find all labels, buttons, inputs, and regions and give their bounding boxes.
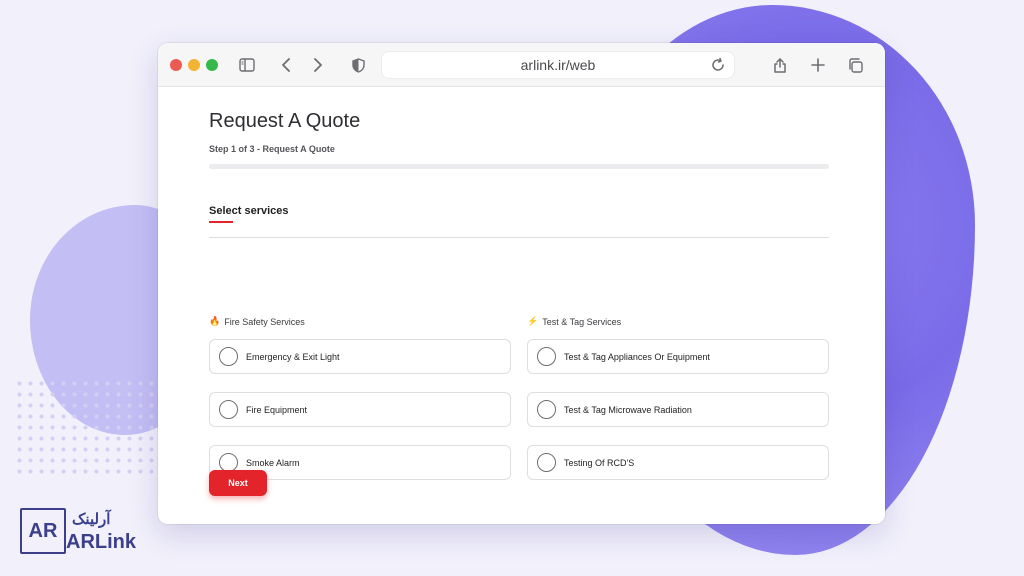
sidebar-toggle-icon[interactable] bbox=[236, 54, 258, 76]
logo-name-persian: آرلینک bbox=[72, 511, 111, 528]
forward-icon[interactable] bbox=[307, 54, 329, 76]
group-heading: 🔥 Fire Safety Services bbox=[209, 316, 305, 327]
close-window-button[interactable] bbox=[170, 59, 182, 71]
section-divider bbox=[209, 237, 829, 238]
lightning-icon: ⚡ bbox=[527, 316, 539, 326]
option-label: Fire Equipment bbox=[246, 404, 308, 415]
section-title: Select services bbox=[209, 205, 289, 217]
group-heading: ⚡ Test & Tag Services bbox=[527, 316, 621, 327]
fire-icon: 🔥 bbox=[209, 316, 221, 326]
reload-icon[interactable] bbox=[710, 57, 726, 73]
step-indicator: Step 1 of 3 - Request A Quote bbox=[209, 144, 335, 154]
option-label: Testing Of RCD'S bbox=[564, 457, 635, 468]
radio-button[interactable] bbox=[219, 400, 238, 419]
option-label: Emergency & Exit Light bbox=[246, 351, 340, 362]
option-label: Test & Tag Appliances Or Equipment bbox=[564, 351, 710, 362]
radio-button[interactable] bbox=[537, 453, 556, 472]
shield-icon[interactable] bbox=[347, 54, 369, 76]
minimize-window-button[interactable] bbox=[188, 59, 200, 71]
section-title-underline bbox=[209, 221, 233, 223]
service-option-test-tag-microwave[interactable]: Test & Tag Microwave Radiation bbox=[527, 392, 829, 427]
share-icon[interactable] bbox=[769, 54, 791, 76]
browser-toolbar: arlink.ir/web bbox=[158, 43, 885, 87]
logo-name-english: ARLink bbox=[66, 531, 136, 553]
maximize-window-button[interactable] bbox=[206, 59, 218, 71]
radio-button[interactable] bbox=[537, 400, 556, 419]
service-option-fire-equipment[interactable]: Fire Equipment bbox=[209, 392, 511, 427]
service-option-test-tag-appliances[interactable]: Test & Tag Appliances Or Equipment bbox=[527, 339, 829, 374]
option-label: Test & Tag Microwave Radiation bbox=[564, 404, 692, 415]
address-bar[interactable]: arlink.ir/web bbox=[381, 51, 735, 79]
service-option-emergency-exit-light[interactable]: Emergency & Exit Light bbox=[209, 339, 511, 374]
page-content: Request A Quote Step 1 of 3 - Request A … bbox=[158, 87, 885, 524]
dot-grid-decoration bbox=[14, 378, 164, 478]
option-label: Smoke Alarm bbox=[246, 457, 300, 468]
back-icon[interactable] bbox=[275, 54, 297, 76]
group-heading-label: Fire Safety Services bbox=[224, 316, 305, 327]
radio-button[interactable] bbox=[537, 347, 556, 366]
tabs-overview-icon[interactable] bbox=[844, 54, 866, 76]
new-tab-icon[interactable] bbox=[807, 54, 829, 76]
progress-bar bbox=[209, 164, 829, 169]
logo-mark: AR bbox=[20, 508, 66, 554]
group-heading-label: Test & Tag Services bbox=[542, 316, 622, 327]
arlink-logo: AR آرلینک ARLink bbox=[20, 508, 140, 556]
browser-window: arlink.ir/web Request A Quote Step 1 of … bbox=[158, 43, 885, 524]
page-title: Request A Quote bbox=[209, 110, 361, 132]
next-button[interactable]: Next bbox=[209, 470, 267, 496]
url-text: arlink.ir/web bbox=[520, 57, 596, 73]
radio-button[interactable] bbox=[219, 347, 238, 366]
service-option-testing-rcds[interactable]: Testing Of RCD'S bbox=[527, 445, 829, 480]
